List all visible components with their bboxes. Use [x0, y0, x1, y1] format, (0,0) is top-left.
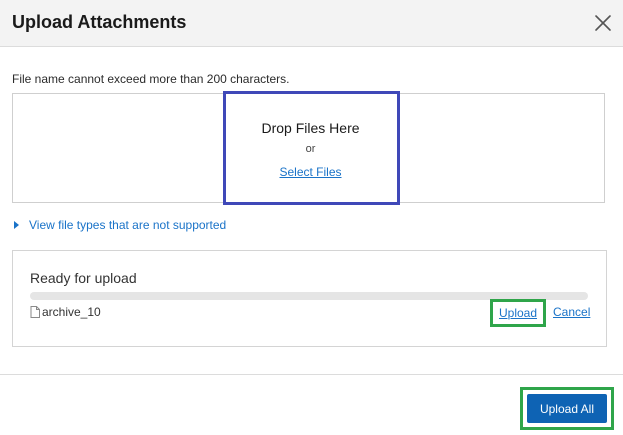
- close-button[interactable]: [592, 12, 614, 34]
- dialog-title: Upload Attachments: [12, 12, 187, 32]
- upload-status-text: Ready for upload: [30, 270, 137, 286]
- dialog-header: Upload Attachments: [0, 0, 623, 47]
- select-files-link[interactable]: Select Files: [222, 165, 399, 179]
- caret-right-icon: [14, 221, 19, 229]
- upload-attachments-dialog: Upload Attachments File name cannot exce…: [0, 0, 623, 435]
- filename-limit-hint: File name cannot exceed more than 200 ch…: [12, 72, 290, 86]
- file-icon: [30, 306, 40, 318]
- upload-file-button[interactable]: Upload: [490, 299, 546, 327]
- footer-divider: [0, 374, 623, 375]
- file-name: archive_10: [42, 305, 101, 319]
- unsupported-types-label: View file types that are not supported: [29, 218, 227, 232]
- upload-all-button[interactable]: Upload All: [527, 394, 607, 423]
- close-icon: [595, 15, 611, 31]
- drop-or-text: or: [305, 143, 316, 155]
- drop-files-title: Drop Files Here: [261, 120, 360, 136]
- cancel-file-button[interactable]: Cancel: [553, 305, 590, 319]
- unsupported-types-toggle[interactable]: View file types that are not supported: [14, 218, 226, 232]
